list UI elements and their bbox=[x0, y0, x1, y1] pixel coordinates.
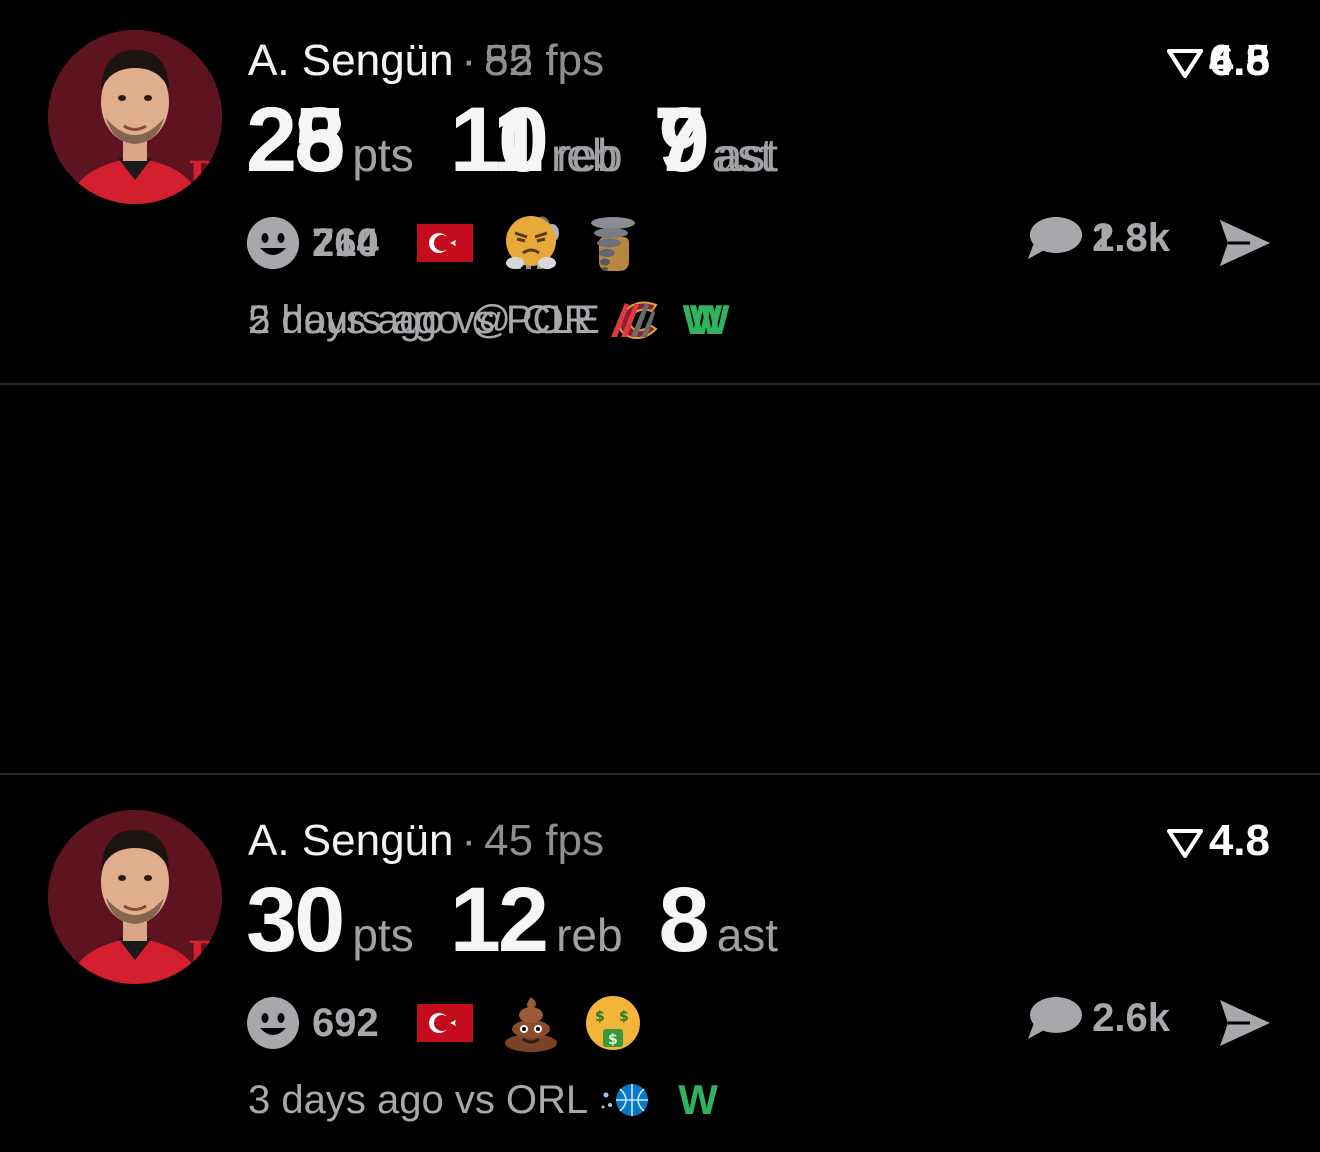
smiley-icon[interactable] bbox=[246, 996, 300, 1050]
turkey-flag-icon[interactable] bbox=[416, 1004, 473, 1042]
svg-text:$: $ bbox=[595, 1009, 605, 1025]
player-name-line: A. Sengün · 85 fps bbox=[248, 36, 604, 86]
money-mouth-emoji-icon[interactable]: $ $ $ bbox=[583, 993, 643, 1053]
points-value: 30 bbox=[246, 869, 345, 971]
reaction-row: 710 bbox=[246, 215, 665, 271]
post-divider bbox=[0, 773, 1320, 775]
rebounds-value: 10 bbox=[449, 89, 549, 191]
turkey-flag-icon[interactable] bbox=[416, 224, 473, 262]
magic-logo-icon[interactable] bbox=[600, 1077, 652, 1123]
post-card-2[interactable]: R A. Sengün · 45 fps 4.8 30 pts 12 reb 8 ast … bbox=[0, 780, 1320, 1152]
comment-count: 1.8k bbox=[1092, 215, 1170, 260]
svg-text:$: $ bbox=[619, 1009, 629, 1025]
fps-label: 45 fps bbox=[484, 816, 605, 865]
post-card-3[interactable]: R A. Sengün · 85 fps 6.8 25 pts 10 reb 9 ast … bbox=[0, 0, 1320, 383]
game-result: W bbox=[678, 1076, 718, 1123]
comment-button[interactable]: 1.8k bbox=[1026, 215, 1170, 261]
game-time: 5 days ago vs POR bbox=[248, 297, 593, 342]
fps-label: 85 fps bbox=[484, 36, 605, 85]
svg-text:R: R bbox=[188, 153, 222, 200]
blazers-logo-icon[interactable] bbox=[605, 297, 657, 343]
points-label: pts bbox=[352, 909, 414, 961]
rating: 4.8 bbox=[1166, 816, 1270, 866]
game-result: W bbox=[682, 296, 723, 343]
assists-label: ast bbox=[716, 129, 779, 181]
post-divider bbox=[0, 383, 1320, 385]
rating-icon bbox=[1166, 49, 1203, 78]
assists-label: ast bbox=[716, 909, 779, 961]
separator-dot: · bbox=[461, 36, 477, 85]
smiley-icon[interactable] bbox=[246, 216, 300, 270]
points-value: 25 bbox=[246, 89, 345, 191]
game-meta: 3 days ago vs ORL W bbox=[248, 1076, 718, 1124]
rating-value: 4.8 bbox=[1208, 816, 1270, 865]
comment-icon bbox=[1028, 997, 1083, 1039]
reaction-count[interactable]: 710 bbox=[312, 221, 379, 266]
stat-line: 30 pts 12 reb 8 ast bbox=[246, 870, 814, 970]
rebounds-value: 12 bbox=[449, 869, 549, 971]
player-avatar[interactable]: R bbox=[48, 810, 222, 984]
assists-value: 9 bbox=[658, 89, 710, 191]
svg-text:$: $ bbox=[608, 1032, 618, 1048]
reaction-count[interactable]: 692 bbox=[312, 1001, 379, 1046]
comment-icon bbox=[1028, 217, 1083, 259]
separator-dot: · bbox=[461, 816, 477, 865]
rating-value: 6.8 bbox=[1208, 36, 1270, 85]
player-name-line: A. Sengün · 45 fps bbox=[248, 816, 604, 866]
share-icon[interactable] bbox=[1216, 994, 1274, 1052]
comment-count: 2.6k bbox=[1092, 995, 1170, 1040]
tornado-emoji-icon[interactable] bbox=[583, 213, 643, 273]
rating: 6.8 bbox=[1166, 36, 1270, 86]
assists-value: 8 bbox=[658, 869, 710, 971]
stat-line: 25 pts 10 reb 9 ast bbox=[246, 90, 814, 190]
player-name[interactable]: A. Sengün bbox=[248, 816, 454, 865]
rebounds-label: reb bbox=[556, 129, 623, 181]
points-label: pts bbox=[352, 129, 414, 181]
player-name[interactable]: A. Sengün bbox=[248, 36, 454, 85]
poop-emoji-icon[interactable] bbox=[501, 993, 561, 1053]
player-avatar[interactable]: R bbox=[48, 30, 222, 204]
rating-icon bbox=[1166, 829, 1203, 858]
comment-button[interactable]: 2.6k bbox=[1026, 995, 1170, 1041]
game-time: 3 days ago vs ORL bbox=[248, 1077, 589, 1122]
share-icon[interactable] bbox=[1216, 214, 1274, 272]
reaction-row: 692 $ $ $ bbox=[246, 993, 665, 1053]
steaming-face-emoji-icon[interactable] bbox=[501, 213, 561, 273]
rebounds-label: reb bbox=[556, 909, 623, 961]
svg-text:R: R bbox=[188, 933, 222, 980]
game-meta: 5 days ago vs POR W bbox=[248, 296, 722, 344]
